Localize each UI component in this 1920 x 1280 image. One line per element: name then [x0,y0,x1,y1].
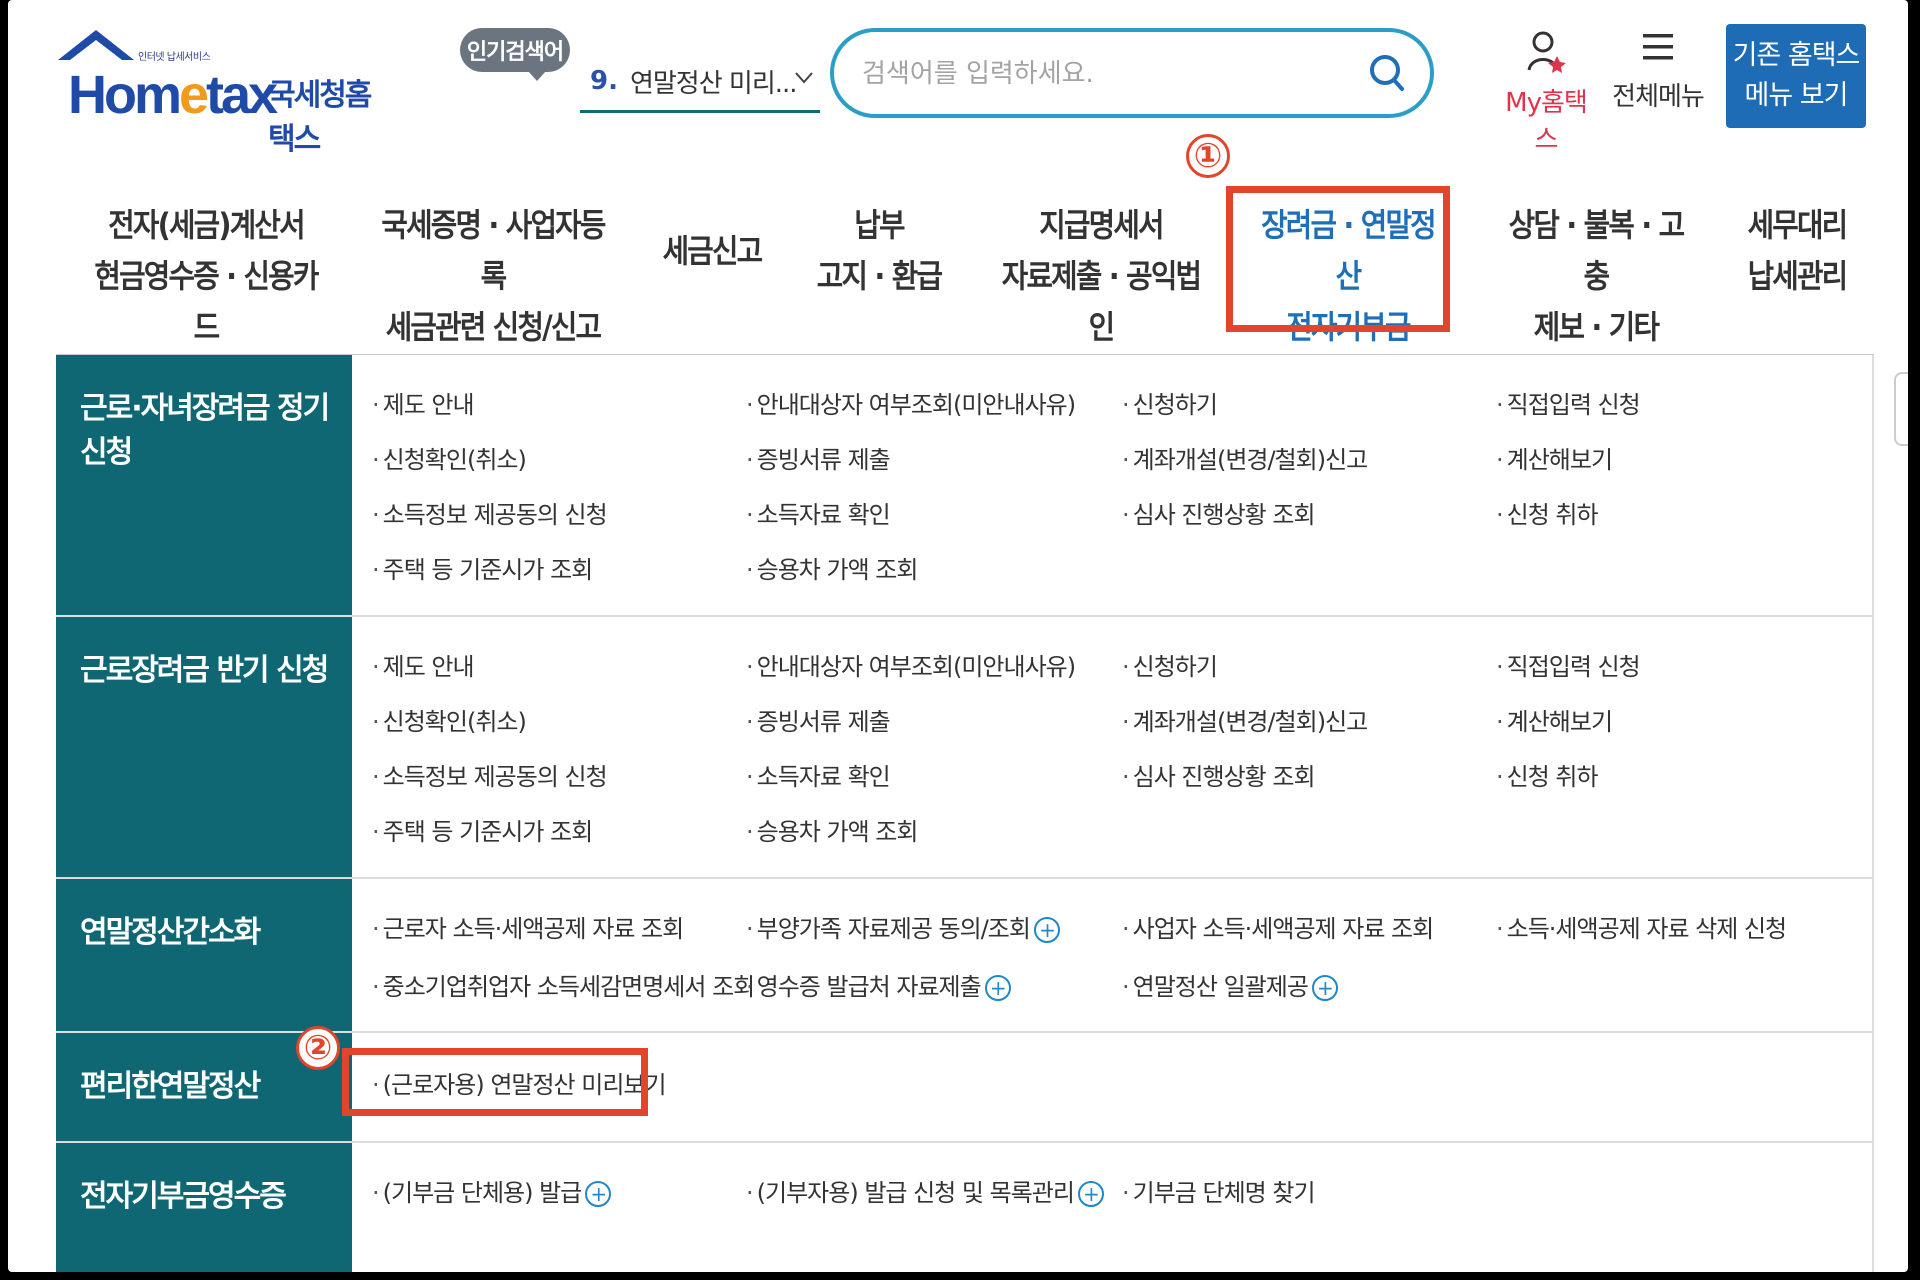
menu-link-with-plus[interactable]: (기부금 단체용) 발급+ [372,1173,612,1208]
nav-consultation[interactable]: 상담 · 불복 · 고충 제보 · 기타 [1497,200,1695,354]
section-e-donation-receipt: 전자기부금영수증 (기부금 단체용) 발급+ (기부자용) 발급 신청 및 목록… [56,1143,1874,1272]
menu-link[interactable]: 소득정보 제공동의 신청 [372,495,608,530]
nav-certificates[interactable]: 국세증명 · 사업자등록 세금관련 신청/신고 [381,200,606,354]
plus-circle-icon[interactable]: + [1077,1181,1104,1207]
menu-link-with-plus[interactable]: 부양가족 자료제공 동의/조회+ [746,909,1060,944]
nav-tax-filing[interactable]: 세금신고 [658,226,766,277]
all-menu-button[interactable]: 전체메뉴 [1610,30,1706,113]
section-items: (기부금 단체용) 발급+ (기부자용) 발급 신청 및 목록관리+ 기부금 단… [352,1143,1874,1272]
section-title: 근로장려금 반기 신청 [56,617,352,877]
menu-link[interactable]: 안내대상자 여부조회(미안내사유) [746,385,1076,420]
menu-link[interactable]: 제도 안내 [372,647,475,682]
menu-link[interactable]: 신청 취하 [1496,495,1599,530]
menu-link[interactable]: 증빙서류 제출 [746,440,891,475]
menu-link[interactable]: 소득자료 확인 [746,757,891,792]
menu-link[interactable]: 계좌개설(변경/철회)신고 [1122,702,1369,737]
legacy-menu-button[interactable]: 기존 홈택스 메뉴 보기 [1726,24,1866,128]
menu-link[interactable]: 계산해보기 [1496,440,1613,475]
popular-rank: 9. [590,66,618,96]
section-items: 제도 안내 안내대상자 여부조회(미안내사유) 신청하기 직접입력 신청 신청확… [352,355,1874,615]
menu-link-with-plus[interactable]: (기부자용) 발급 신청 및 목록관리+ [746,1173,1104,1208]
menu-link[interactable]: 신청 취하 [1496,757,1599,792]
menu-link[interactable]: 소득·세액공제 자료 삭제 신청 [1496,909,1787,944]
logo-korean: 국세청홈택스 [268,78,372,157]
hometax-logo[interactable]: 인터넷 납세서비스 Hometax 국세청홈택스 [56,26,376,157]
section-title: 연말정산간소화 [56,879,352,1031]
chevron-down-icon [794,66,814,91]
hamburger-icon [1641,34,1675,68]
section-eitc-regular: 근로·자녀장려금 정기 신청 제도 안내 안내대상자 여부조회(미안내사유) 신… [56,355,1874,617]
menu-link[interactable]: 직접입력 신청 [1496,647,1641,682]
popular-search-select[interactable]: 9. 연말정산 미리... [580,52,820,113]
popular-keyword: 연말정산 미리... [629,68,798,99]
section-items: 제도 안내 안내대상자 여부조회(미안내사유) 신청하기 직접입력 신청 신청확… [352,617,1874,877]
search-input[interactable] [860,54,1344,94]
menu-link[interactable]: 승용차 가액 조회 [746,550,919,585]
menu-link[interactable]: 신청하기 [1122,385,1218,420]
house-roof-icon [58,30,134,60]
menu-link[interactable]: 직접입력 신청 [1496,385,1641,420]
menu-link-with-plus[interactable]: 영수증 발급처 자료제출+ [746,967,1011,1002]
side-scroll-handle[interactable] [1894,372,1908,446]
plus-circle-icon[interactable]: + [1033,917,1060,943]
annotation-marker-2: ② [296,1026,340,1070]
my-hometax-label: My홈택스 [1505,88,1588,155]
nav-tax-agent[interactable]: 세무대리 납세관리 [1739,200,1856,302]
section-title: 근로·자녀장려금 정기 신청 [56,355,352,615]
menu-link[interactable]: 소득정보 제공동의 신청 [372,757,608,792]
plus-circle-icon[interactable]: + [1311,975,1338,1001]
menu-link[interactable]: 계좌개설(변경/철회)신고 [1122,440,1369,475]
plus-circle-icon[interactable]: + [585,1181,612,1207]
menu-link[interactable]: 근로자 소득·세액공제 자료 조회 [372,909,685,944]
my-hometax-button[interactable]: My홈택스 [1496,30,1596,156]
legacy-menu-line1: 기존 홈택스 [1732,39,1861,71]
menu-link[interactable]: 주택 등 기준시가 조회 [372,550,594,585]
highlight-box-1 [1226,186,1450,332]
menu-link[interactable]: 증빙서류 제출 [746,702,891,737]
search-box [830,28,1434,118]
menu-link[interactable]: 심사 진행상황 조회 [1122,757,1316,792]
menu-link[interactable]: 주택 등 기준시가 조회 [372,812,594,847]
nav-payment-statements[interactable]: 지급명세서 자료제출 · 공익법인 [996,200,1207,354]
menu-link[interactable]: 사업자 소득·세액공제 자료 조회 [1122,909,1435,944]
popular-search-badge: 인기검색어 [460,28,570,81]
menu-link[interactable]: 승용차 가액 조회 [746,812,919,847]
search-icon[interactable] [1366,52,1408,94]
menu-link[interactable]: 중소기업취업자 소득세감면명세서 조회 [372,967,756,1002]
nav-tax-invoice[interactable]: 전자(세금)계산서 현금영수증 · 신용카드 [93,200,320,354]
logo-brand: Hometax [68,65,278,125]
menu-link[interactable]: 안내대상자 여부조회(미안내사유) [746,647,1076,682]
user-icon [1525,31,1567,78]
submenu-panel: 근로·자녀장려금 정기 신청 제도 안내 안내대상자 여부조회(미안내사유) 신… [56,354,1874,1272]
logo-subtitle: 인터넷 납세서비스 [138,52,211,63]
all-menu-label: 전체메뉴 [1612,82,1705,112]
section-items: 근로자 소득·세액공제 자료 조회 부양가족 자료제공 동의/조회+ 사업자 소… [352,879,1874,1031]
menu-link[interactable]: 계산해보기 [1496,702,1613,737]
section-year-end-simplified: 연말정산간소화 근로자 소득·세액공제 자료 조회 부양가족 자료제공 동의/조… [56,879,1874,1033]
menu-link-with-plus[interactable]: 연말정산 일괄제공+ [1122,967,1338,1002]
browser-page: 인터넷 납세서비스 Hometax 국세청홈택스 인기검색어 9. 연말정산 미… [8,0,1908,1272]
section-title: 전자기부금영수증 [56,1143,352,1272]
menu-link[interactable]: 기부금 단체명 찾기 [1122,1173,1316,1208]
highlight-box-2 [342,1048,648,1116]
menu-link[interactable]: 신청하기 [1122,647,1218,682]
nav-payment[interactable]: 납부 고지 · 환급 [812,200,947,302]
menu-link[interactable]: 제도 안내 [372,385,475,420]
annotation-marker-1: ① [1186,134,1230,178]
menu-link[interactable]: 신청확인(취소) [372,440,527,475]
menu-link[interactable]: 심사 진행상황 조회 [1122,495,1316,530]
plus-circle-icon[interactable]: + [984,975,1011,1001]
menu-link[interactable]: 신청확인(취소) [372,702,527,737]
main-nav: 전자(세금)계산서 현금영수증 · 신용카드 국세증명 · 사업자등록 세금관련 신… [8,180,1908,346]
legacy-menu-line2: 메뉴 보기 [1744,80,1849,111]
menu-link[interactable]: 소득자료 확인 [746,495,891,530]
section-eitc-half-year: 근로장려금 반기 신청 제도 안내 안내대상자 여부조회(미안내사유) 신청하기… [56,617,1874,879]
